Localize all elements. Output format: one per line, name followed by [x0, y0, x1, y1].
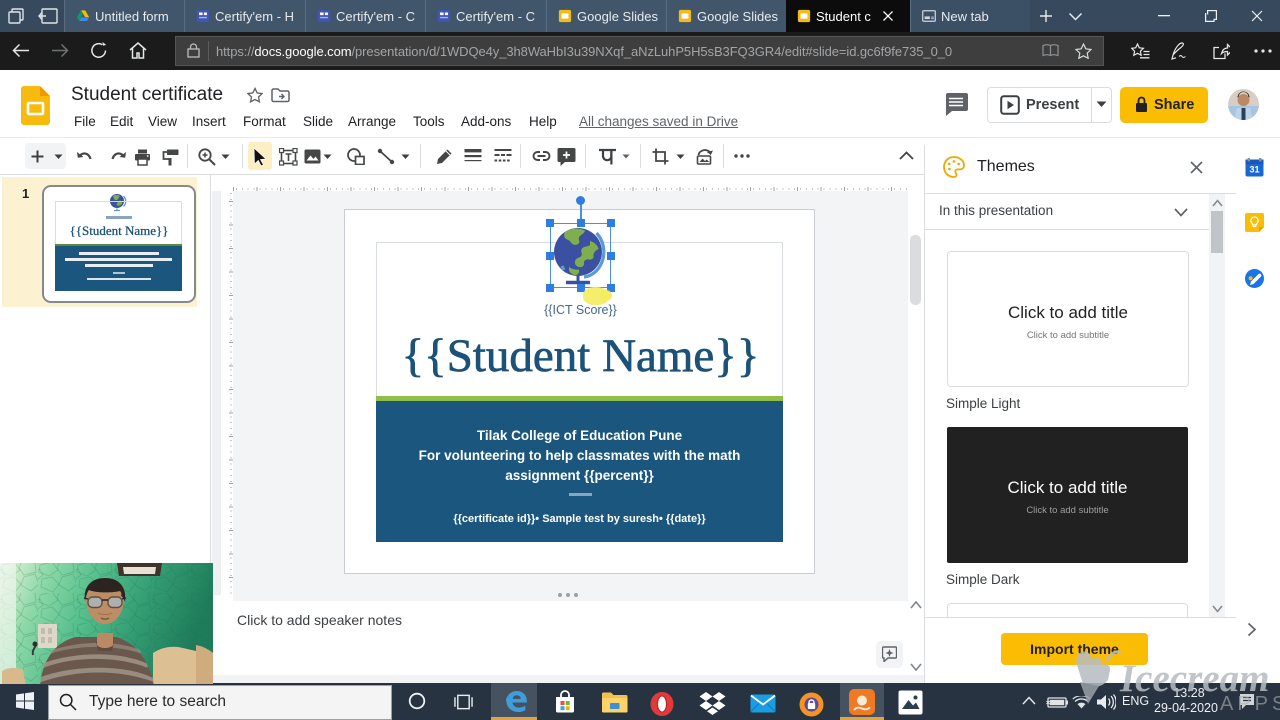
svg-text:31: 31 [1249, 165, 1259, 175]
